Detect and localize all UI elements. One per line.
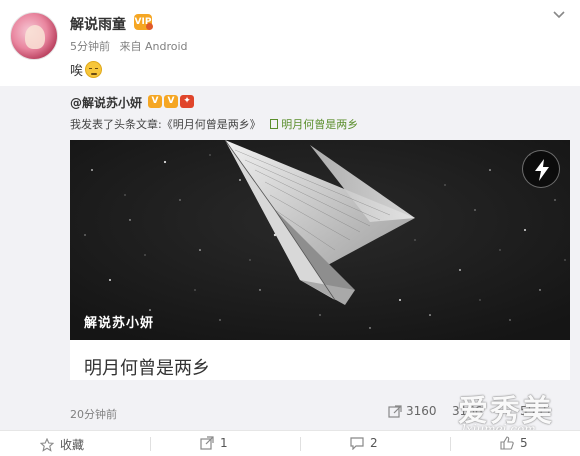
repost-time[interactable]: 20分钟前 (70, 406, 117, 422)
vip-badge-icon: VIP (134, 14, 153, 30)
article-card[interactable]: 解说苏小妍 明月何曾是两乡 (70, 140, 570, 380)
like-count: 5 (520, 436, 528, 450)
comment-button[interactable]: 2 (350, 436, 378, 450)
repost-description: 我发表了头条文章:《明月何曾是两乡》 明月何曾是两乡 (70, 116, 358, 132)
post-author-name[interactable]: 解说雨童 (70, 14, 126, 34)
favorite-label: 收藏 (60, 438, 85, 452)
post-action-bar: 收藏 1 2 5 (0, 430, 580, 456)
forward-icon (388, 404, 402, 418)
avatar[interactable] (10, 12, 58, 60)
lightning-bolt-icon (535, 159, 549, 181)
favorite-button[interactable]: 收藏 (40, 436, 84, 453)
weibo-post: 解说雨童 VIP 5分钟前 来自 Android 唉 @解说苏小妍 V V ✦ … (0, 0, 580, 430)
article-cover-image[interactable]: 解说苏小妍 (70, 140, 570, 340)
forward-button[interactable]: 1 (200, 436, 228, 450)
like-button[interactable]: 5 (500, 436, 528, 450)
red-badge-icon: ✦ (180, 95, 194, 108)
repost-forward-count: 3160 (406, 404, 437, 418)
comment-count: 2 (370, 436, 378, 450)
verified-v-icon: V (148, 95, 162, 108)
repost-forward-stat[interactable]: 3160 (388, 404, 437, 418)
lightning-button[interactable] (522, 150, 560, 188)
thumbs-up-icon (500, 436, 514, 450)
vip-badge-icon: V (164, 95, 178, 108)
site-watermark: 爱秀美 lxiumei.com (448, 376, 578, 436)
article-link-text[interactable]: 明月何曾是两乡 (281, 118, 358, 131)
post-meta: 5分钟前 来自 Android (70, 38, 188, 54)
chevron-down-icon[interactable] (552, 8, 566, 22)
divider (150, 437, 151, 451)
comment-icon (350, 437, 364, 450)
divider (450, 437, 451, 451)
article-title[interactable]: 明月何曾是两乡 (84, 354, 210, 380)
sad-face-emoji-icon (85, 61, 103, 78)
post-text-content: 唉 (70, 64, 84, 79)
post-source: 来自 Android (119, 40, 188, 53)
paper-plane-starfield-illustration (70, 140, 570, 340)
forward-icon (200, 436, 214, 450)
forward-count: 1 (220, 436, 228, 450)
cover-caption: 解说苏小妍 (84, 316, 155, 331)
divider (300, 437, 301, 451)
article-link[interactable]: 明月何曾是两乡 (270, 118, 358, 131)
repost-description-text: 我发表了头条文章:《明月何曾是两乡》 (70, 118, 261, 131)
document-icon (270, 119, 279, 129)
repost-author-name[interactable]: @解说苏小妍 (70, 94, 142, 111)
post-text: 唉 (70, 60, 103, 79)
post-time[interactable]: 5分钟前 (70, 40, 110, 53)
star-icon (40, 437, 54, 452)
